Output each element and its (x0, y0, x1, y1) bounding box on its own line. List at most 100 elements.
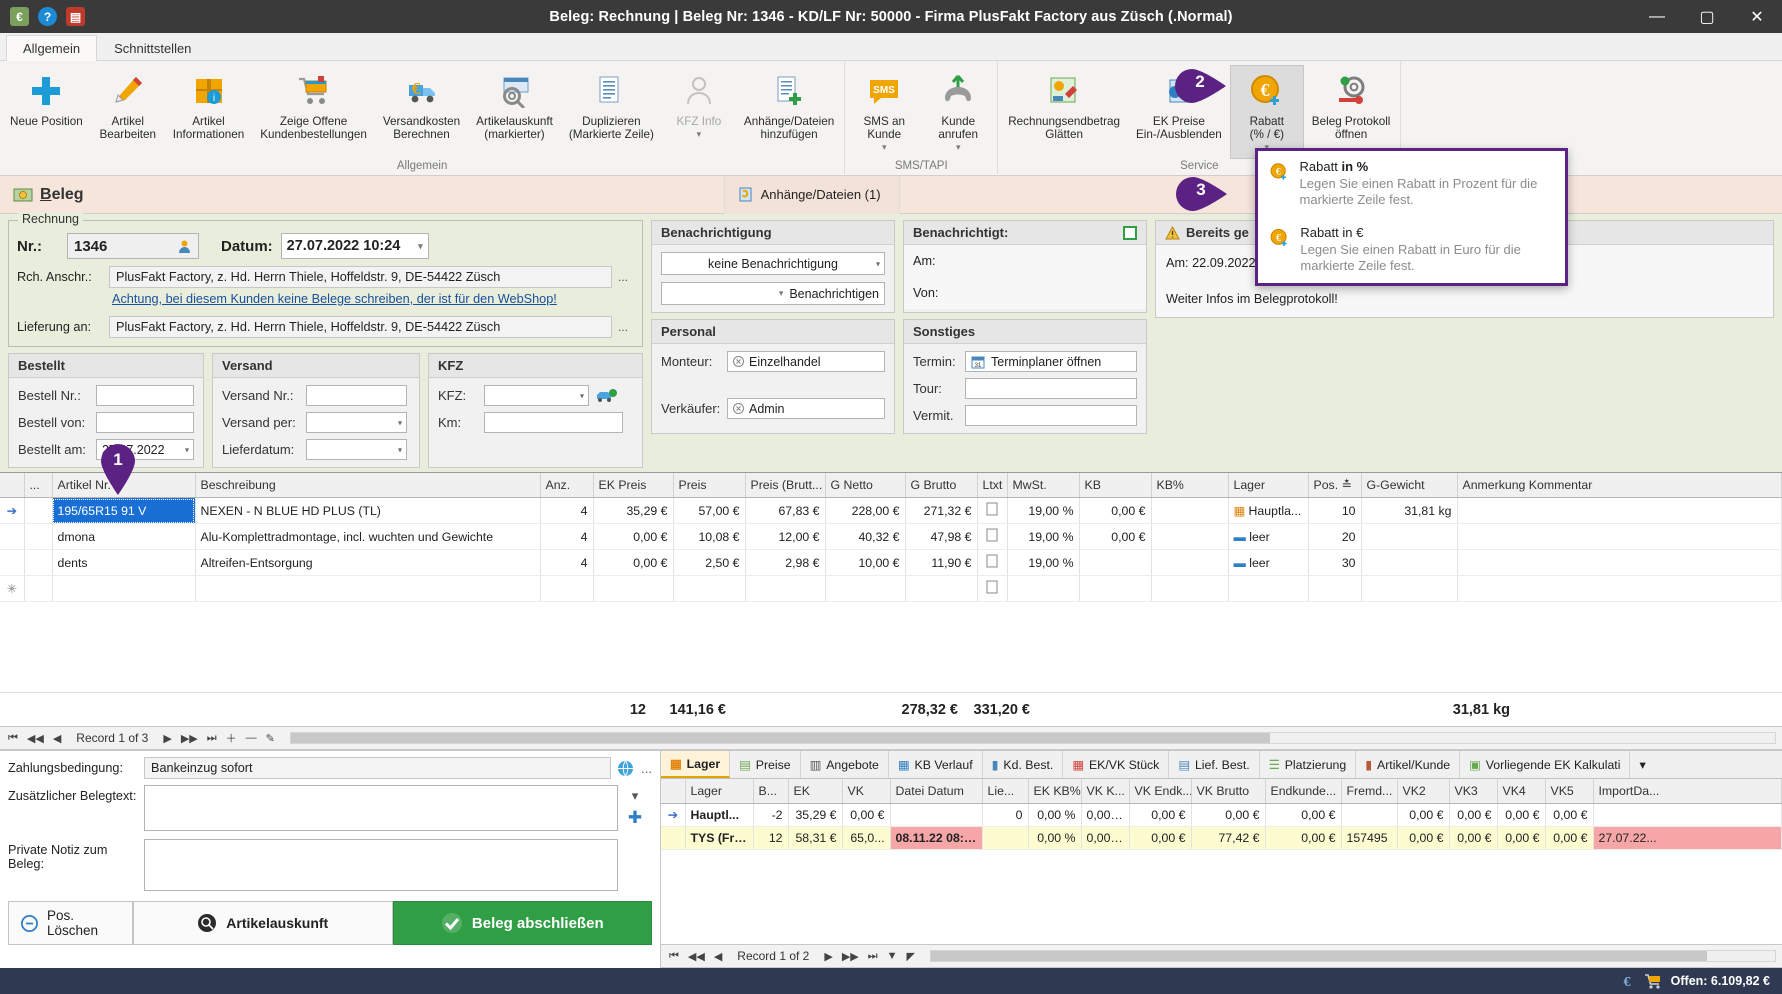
cell-g-netto[interactable]: 40,32 € (825, 523, 906, 550)
tab-schnittstellen[interactable]: Schnittstellen (97, 35, 208, 61)
lager-cell-vk2[interactable]: 0,00 € (1397, 803, 1450, 827)
cell-artikel-nr[interactable]: 195/65R15 91 V (52, 497, 196, 524)
cell-artikel-nr[interactable]: dents (52, 549, 196, 576)
tab-kb-verlauf[interactable]: ▦ KB Verlauf (889, 751, 983, 778)
lager-col-lager[interactable]: Lager (685, 779, 754, 804)
table-row[interactable]: dents Altreifen-Entsorgung 4 0,00 € 2,50… (0, 549, 1782, 576)
lager-col-endkunde[interactable]: Endkunde... (1265, 779, 1342, 804)
artikel-informationen-button[interactable]: i Artikel Informationen (165, 65, 252, 159)
table-row[interactable]: TYS (Fre... 12 58,31 € 65,0... 08.11.22 … (661, 826, 1782, 850)
zahlungsbedingung-more-button[interactable]: ... (641, 761, 652, 776)
cell-kbp[interactable] (1151, 497, 1229, 524)
cell-gewicht[interactable] (1361, 523, 1458, 550)
chevron-down-icon[interactable]: ▾ (632, 788, 639, 804)
terminplaner-button[interactable]: 31 Terminplaner öffnen (965, 351, 1137, 372)
cell-kb[interactable]: 0,00 € (1079, 497, 1152, 524)
lager-col-vk2[interactable]: VK2 (1397, 779, 1450, 804)
webshop-warning-link[interactable]: Achtung, bei diesem Kunden keine Belege … (109, 288, 634, 309)
cell-gewicht[interactable] (1361, 575, 1458, 602)
lager-col-vk4[interactable]: VK4 (1497, 779, 1546, 804)
cell-gewicht[interactable] (1361, 549, 1458, 576)
cell-pos[interactable]: 10 (1308, 497, 1362, 524)
nav-next-page-button[interactable]: ▶▶ (179, 732, 200, 745)
kfz-info-button[interactable]: KFZ Info ▾ (662, 65, 736, 159)
close-button[interactable]: ✕ (1732, 0, 1782, 33)
lager-cell-datei-datum[interactable] (890, 803, 983, 827)
clear-icon[interactable] (733, 356, 744, 367)
tab-angebote[interactable]: ▥ Angebote (801, 751, 889, 778)
cell-lager[interactable]: ▦ Hauptla... (1228, 497, 1309, 524)
lager-cell-vk3[interactable]: 0,00 € (1449, 803, 1498, 827)
beleg-abschliessen-button[interactable]: Beleg abschließen (392, 901, 652, 945)
artikel-bearbeiten-button[interactable]: Artikel Bearbeiten (91, 65, 165, 159)
cell-mwst[interactable]: 19,00 % (1007, 549, 1080, 576)
cell-g-netto[interactable]: 10,00 € (825, 549, 906, 576)
col-arrow[interactable] (0, 473, 25, 498)
chevron-down-icon[interactable]: ▾ (418, 241, 423, 252)
nav-last-button[interactable]: ⏭ (205, 732, 219, 745)
cell-artikel-nr[interactable] (52, 575, 196, 602)
col-kbp[interactable]: KB% (1151, 473, 1229, 498)
cell-mwst[interactable] (1007, 575, 1080, 602)
cell-anz[interactable] (540, 575, 594, 602)
lager-nav-prev-page-button[interactable]: ◀◀ (686, 950, 707, 963)
add-icon[interactable]: ✚ (628, 808, 642, 828)
col-ek-preis[interactable]: EK Preis (593, 473, 674, 498)
page-icon[interactable] (977, 523, 1008, 550)
col-preis[interactable]: Preis (673, 473, 746, 498)
nav-delete-button[interactable]: — (244, 732, 259, 744)
tab-lager[interactable]: ▦ Lager (661, 751, 731, 778)
chevron-down-icon[interactable]: ▾ (697, 128, 702, 141)
lieferung-more-button[interactable]: ... (612, 320, 634, 334)
page-icon[interactable] (977, 549, 1008, 576)
tour-input[interactable] (965, 378, 1137, 399)
tab-vorliegende-ek-kalkulation[interactable]: ▣ Vorliegende EK Kalkulati (1460, 751, 1631, 778)
lager-cell-vk-k[interactable]: 0,00 % (1081, 803, 1130, 827)
lager-cell-vk-k[interactable]: 0,00 % (1081, 826, 1130, 850)
lager-cell-import[interactable] (1593, 803, 1782, 827)
pos-loeschen-button[interactable]: Pos. Löschen (8, 901, 133, 945)
lager-cell-lager[interactable]: TYS (Fre... (685, 826, 754, 850)
lager-col-vk3[interactable]: VK3 (1449, 779, 1498, 804)
cell-preis-brutto[interactable]: 67,83 € (745, 497, 826, 524)
globe-icon[interactable] (617, 760, 634, 777)
col-gewicht[interactable]: G-Gewicht (1361, 473, 1458, 498)
lager-cell-vk[interactable]: 0,00 € (842, 803, 891, 827)
lager-cell-lie[interactable]: 0 (982, 803, 1029, 827)
cell-pos[interactable] (1308, 575, 1362, 602)
tab-lief-best[interactable]: ▤ Lief. Best. (1169, 751, 1260, 778)
cell-ek-preis[interactable]: 0,00 € (593, 549, 674, 576)
col-preis-brutto[interactable]: Preis (Brutt... (745, 473, 826, 498)
lager-cell-vk2[interactable]: 0,00 € (1397, 826, 1450, 850)
lager-nav-last-button[interactable]: ⏭ (866, 950, 880, 963)
col-lager[interactable]: Lager (1228, 473, 1309, 498)
tab-overflow-button[interactable]: ▾ (1630, 751, 1654, 778)
cell-kb[interactable] (1079, 575, 1152, 602)
tab-artikel-kunde[interactable]: ▮ Artikel/Kunde (1356, 751, 1461, 778)
money-icon[interactable]: € (10, 7, 29, 26)
cell-anz[interactable]: 4 (540, 523, 594, 550)
cell-mwst[interactable]: 19,00 % (1007, 497, 1080, 524)
lager-cell-ek[interactable]: 35,29 € (788, 803, 843, 827)
lieferdatum-input[interactable]: ▾ (306, 439, 407, 460)
lager-col-vk-brutto[interactable]: VK Brutto (1191, 779, 1266, 804)
lager-cell-vk4[interactable]: 0,00 € (1497, 826, 1546, 850)
chevron-down-icon[interactable]: ▾ (956, 141, 961, 154)
lager-cell-endkunde[interactable]: 0,00 € (1265, 803, 1342, 827)
lager-col-vk-endk[interactable]: VK Endk... (1129, 779, 1192, 804)
lager-cell-vk5[interactable]: 0,00 € (1545, 826, 1594, 850)
cell-preis-brutto[interactable]: 12,00 € (745, 523, 826, 550)
lager-nav-next-page-button[interactable]: ▶▶ (840, 950, 861, 963)
maximize-button[interactable]: ▢ (1682, 0, 1732, 33)
sms-an-kunde-button[interactable]: SMS SMS an Kunde ▾ (847, 65, 921, 159)
lager-cell-ek[interactable]: 58,31 € (788, 826, 843, 850)
lager-nav-filter-button[interactable]: ▼ (885, 950, 900, 962)
menu-item-rabatt-prozent[interactable]: € Rabatt in % Legen Sie einen Rabatt in … (1258, 151, 1565, 217)
lager-cell-fremd[interactable]: 157495 (1341, 826, 1398, 850)
cell-preis[interactable]: 57,00 € (673, 497, 746, 524)
col-beschreibung[interactable]: Beschreibung (195, 473, 541, 498)
belegtext-input[interactable] (144, 785, 618, 831)
cell-kbp[interactable] (1151, 523, 1229, 550)
kunde-anrufen-button[interactable]: Kunde anrufen ▾ (921, 65, 995, 159)
benachrichtigen-button[interactable]: ▾ Benachrichtigen (661, 282, 885, 305)
